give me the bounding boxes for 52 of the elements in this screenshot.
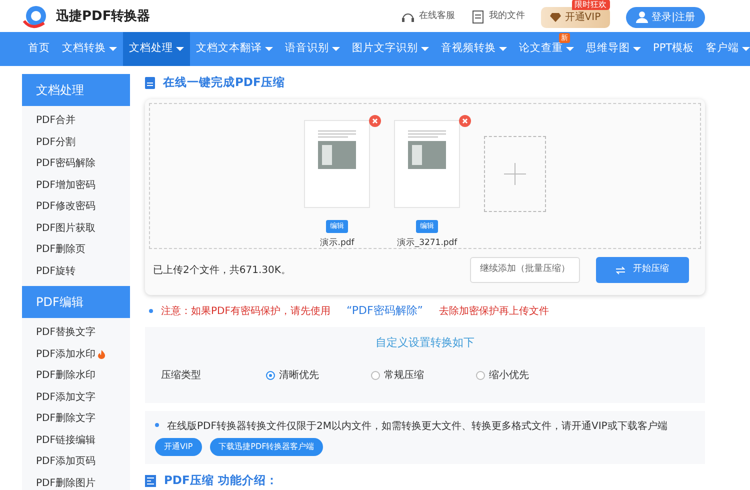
sidebar-item[interactable]: PDF修改密码: [22, 196, 130, 218]
upload-summary: 已上传2个文件，共671.30K。: [153, 264, 291, 278]
swap-icon: [616, 266, 625, 274]
notice-text: 注意：如果PDF有密码保护，请先使用: [161, 304, 330, 318]
diamond-icon: [550, 12, 561, 22]
bullet-icon: [155, 423, 159, 428]
file-name: 演示.pdf: [320, 236, 354, 250]
nav-tab[interactable]: 文档处理: [123, 32, 190, 66]
sidebar-item[interactable]: PDF删除页: [22, 239, 130, 260]
sidebar-item[interactable]: PDF密码解除: [22, 153, 130, 174]
sidebar-item[interactable]: PDF分割: [22, 132, 130, 153]
settings-title: 自定义设置转换如下: [374, 335, 476, 352]
bullet-icon: [149, 309, 153, 313]
header-link[interactable]: 我的文件: [470, 10, 525, 24]
sidebar-item[interactable]: PDF旋转: [22, 260, 130, 282]
sidebar-item[interactable]: PDF链接编辑: [22, 430, 130, 451]
limit-text: 在线版PDF转换器转换文件仅限于2M以内文件，如需转换更大文件、转换更多格式文件，请开通VIP或下载客户端: [167, 420, 668, 434]
section-title: 在线一键完成PDF压缩: [163, 74, 285, 91]
article-icon: [145, 474, 156, 487]
sidebar-item[interactable]: PDF增加密码: [22, 174, 130, 196]
file-name: 演示_3271.pdf: [396, 236, 458, 250]
add-file-button[interactable]: [484, 136, 546, 212]
sidebar-item[interactable]: PDF替换文字: [22, 322, 130, 344]
radio-option[interactable]: 缩小优先: [476, 368, 581, 383]
sidebar-item[interactable]: PDF添加页码: [22, 451, 130, 472]
remove-icon[interactable]: [459, 115, 471, 128]
sidebar-item[interactable]: PDF合并: [22, 110, 130, 132]
add-more-button[interactable]: 继续添加（批量压缩）: [470, 257, 580, 283]
remove-icon[interactable]: [369, 115, 381, 128]
setting-label: 压缩类型: [161, 368, 202, 383]
password-remove-link[interactable]: “PDF密码解除”: [346, 302, 423, 320]
logo-text: 迅捷PDF转换器: [56, 8, 150, 26]
plus-icon: [504, 163, 526, 186]
document-icon: [145, 76, 155, 89]
notice-text: 去除加密保护再上传文件: [438, 304, 549, 318]
logo-icon: [22, 5, 48, 29]
sidebar-heading: 文档处理: [22, 74, 130, 106]
sidebar-item[interactable]: PDF添加水印: [22, 344, 130, 365]
vip-button[interactable]: 开通VIP: [540, 6, 610, 28]
section-title: PDF压缩 功能介绍：: [164, 472, 278, 490]
sidebar-heading: PDF编辑: [22, 286, 130, 318]
promo-badge: 限时狂欢: [572, 0, 610, 10]
radio-option[interactable]: 常规压缩: [371, 368, 476, 383]
user-icon: [636, 11, 648, 23]
sidebar-item[interactable]: PDF删除文字: [22, 408, 130, 430]
sidebar-item[interactable]: PDF删除水印: [22, 365, 130, 386]
sidebar-item[interactable]: PDF删除图片: [22, 472, 130, 490]
sidebar-item[interactable]: PDF图片获取: [22, 218, 130, 239]
document-icon: [470, 10, 485, 24]
sidebar-item[interactable]: PDF添加文字: [22, 386, 130, 408]
header-link[interactable]: 在线客服: [400, 10, 455, 24]
radio-option[interactable]: 清晰优先: [266, 368, 371, 383]
